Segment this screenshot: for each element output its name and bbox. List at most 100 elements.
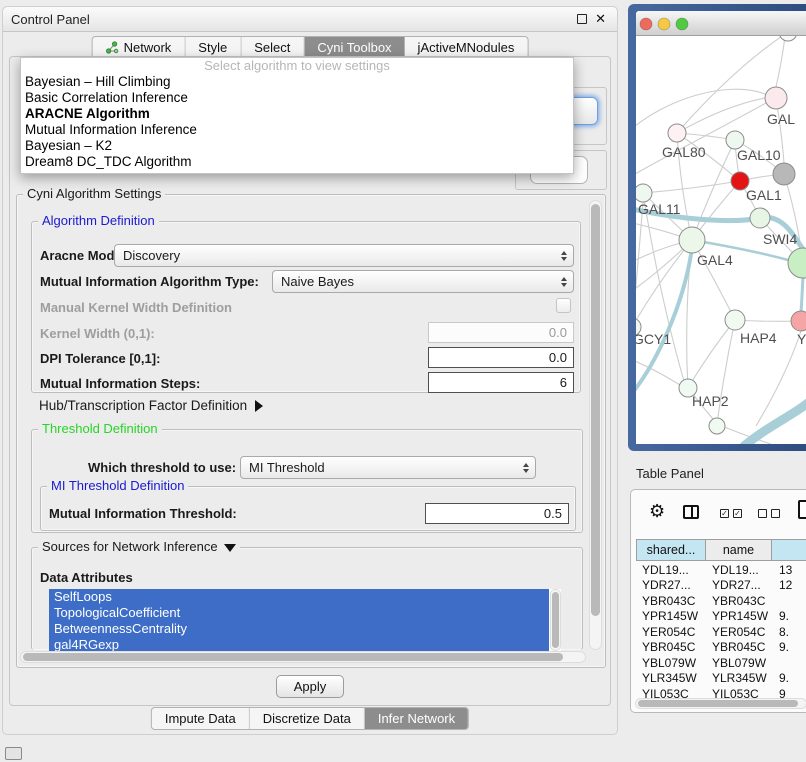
close-traffic-light[interactable] — [640, 18, 652, 30]
list-item-selected[interactable]: SelfLoops — [49, 589, 549, 605]
list-item-selected[interactable]: TopologicalCoefficient — [49, 605, 549, 621]
gear-icon[interactable] — [649, 501, 665, 522]
mi-algorithm-type-select[interactable]: Naive Bayes — [272, 270, 574, 293]
apply-button[interactable]: Apply — [276, 675, 344, 698]
tab-jactivemnodules[interactable]: jActiveMNodules — [405, 37, 528, 58]
node-gal80[interactable] — [668, 124, 686, 142]
dropdown-option[interactable]: Mutual Information Inference — [21, 122, 573, 138]
group-title: MI Threshold Definition — [47, 478, 188, 493]
network-window-titlebar[interactable] — [636, 11, 806, 36]
list-scrollbar[interactable] — [550, 589, 561, 651]
dropdown-option-selected[interactable]: ARACNE Algorithm — [21, 106, 573, 122]
control-panel-titlebar: Control Panel ✕ — [3, 7, 617, 32]
node-gal1[interactable] — [750, 208, 770, 228]
table-row[interactable]: YPR145WYPR145W9. — [637, 609, 806, 625]
algorithm-definition-group: Algorithm Definition Aracne Mode: Discov… — [31, 221, 581, 393]
data-attributes-list[interactable]: SelfLoops TopologicalCoefficient Between… — [49, 589, 561, 651]
docked-panel-button[interactable] — [5, 747, 22, 760]
scrollbar-thumb[interactable] — [23, 653, 563, 661]
tab-impute-data[interactable]: Impute Data — [152, 708, 250, 729]
group-title: Cyni Algorithm Settings — [23, 186, 165, 201]
dpi-tolerance-input[interactable]: 0.0 — [428, 347, 574, 368]
checked-box-icon[interactable] — [720, 509, 729, 518]
column-header[interactable]: shared... — [636, 539, 706, 561]
tab-label: Select — [254, 40, 290, 55]
mi-threshold-input[interactable]: 0.5 — [425, 503, 569, 524]
expanded-arrow-icon[interactable] — [224, 544, 236, 552]
selected-value: Naive Bayes — [281, 274, 354, 289]
dropdown-option[interactable]: Bayesian – Hill Climbing — [21, 74, 573, 90]
node-gray[interactable] — [773, 163, 795, 185]
table-panel-title: Table Panel — [636, 466, 704, 481]
float-window-icon[interactable] — [577, 14, 587, 24]
apply-label: Apply — [294, 679, 327, 694]
which-threshold-select[interactable]: MI Threshold — [240, 456, 536, 479]
panel-title: Control Panel — [11, 12, 90, 27]
scrollbar-thumb[interactable] — [638, 700, 798, 707]
tab-network[interactable]: Network — [93, 37, 186, 58]
settings-horizontal-scrollbar[interactable] — [20, 651, 586, 663]
network-icon — [106, 41, 119, 54]
unchecked-box-icon[interactable] — [758, 509, 767, 518]
scrollbar-thumb[interactable] — [591, 204, 600, 616]
table-row[interactable]: YLR345WYLR345W9. — [637, 671, 806, 687]
table-header-row: shared... name — [637, 539, 806, 561]
sources-title: Sources for Network Inference — [42, 539, 218, 554]
dropdown-option[interactable]: Dream8 DC_TDC Algorithm — [21, 154, 573, 170]
tab-infer-network[interactable]: Infer Network — [365, 708, 468, 729]
column-header[interactable] — [771, 539, 806, 561]
node-label: GAL11 — [638, 201, 681, 217]
settings-vertical-scrollbar[interactable] — [589, 200, 602, 650]
node-hap4[interactable] — [725, 310, 745, 330]
dpi-tolerance-label: DPI Tolerance [0,1]: — [40, 351, 160, 366]
table-row[interactable]: YBR043CYBR043C — [637, 593, 806, 609]
mi-type-label: Mutual Information Algorithm Type: — [40, 274, 259, 289]
checked-box-icon[interactable] — [733, 509, 742, 518]
network-canvas[interactable]: GAL GAL80 GAL10 GAL1 GAL11 SWI4 GAL4 GCY… — [636, 36, 806, 444]
table-row[interactable]: YBR045CYBR045C9. — [637, 640, 806, 656]
node-bottom-partial[interactable] — [709, 418, 725, 434]
collapsed-arrow-icon — [255, 400, 263, 412]
document-icon[interactable] — [798, 500, 806, 519]
table-row[interactable]: YER054CYER054C8. — [637, 624, 806, 640]
tab-cyni-toolbox[interactable]: Cyni Toolbox — [304, 37, 404, 58]
node-top-partial[interactable] — [779, 36, 797, 41]
dropdown-option[interactable]: Bayesian – K2 — [21, 138, 573, 154]
mi-steps-input[interactable]: 6 — [428, 372, 574, 393]
list-item-selected[interactable]: BetweennessCentrality — [49, 621, 549, 637]
zoom-traffic-light[interactable] — [676, 18, 688, 30]
kernel-width-input[interactable]: 0.0 — [428, 322, 574, 343]
aracne-mode-select[interactable]: Discovery — [114, 244, 574, 267]
cyni-algorithm-settings-group: Cyni Algorithm Settings Algorithm Defini… — [16, 194, 606, 668]
tab-style[interactable]: Style — [185, 37, 241, 58]
network-view-inner: GAL GAL80 GAL10 GAL1 GAL11 SWI4 GAL4 GCY… — [636, 11, 806, 444]
which-threshold-label: Which threshold to use: — [88, 460, 236, 475]
manual-kernel-checkbox[interactable] — [556, 298, 571, 313]
unchecked-box-icon[interactable] — [771, 509, 780, 518]
node-label: GAL4 — [697, 252, 733, 268]
field-value: 0.0 — [549, 325, 567, 340]
hub-transcription-section-toggle[interactable]: Hub/Transcription Factor Definition — [39, 398, 263, 413]
node-gal11[interactable] — [636, 184, 652, 202]
table-horizontal-scrollbar[interactable] — [635, 698, 806, 709]
table-row[interactable]: YDR27...YDR27...12 — [637, 578, 806, 594]
field-value: 0.5 — [544, 506, 562, 521]
group-title: Sources for Network Inference — [38, 539, 240, 554]
node-y[interactable] — [791, 311, 806, 331]
close-icon[interactable]: ✕ — [595, 11, 606, 27]
node-swi4[interactable] — [788, 248, 806, 278]
tab-select[interactable]: Select — [241, 37, 304, 58]
table-row[interactable]: YBL079WYBL079W — [637, 655, 806, 671]
node-gal-top[interactable] — [765, 87, 787, 109]
node-label: GAL80 — [662, 144, 706, 160]
manual-kernel-label: Manual Kernel Width Definition — [40, 300, 232, 315]
dropdown-option[interactable]: Basic Correlation Inference — [21, 90, 573, 106]
scrollbar-thumb[interactable] — [552, 592, 559, 648]
columns-icon[interactable] — [683, 505, 699, 519]
node-gal4[interactable] — [679, 227, 705, 253]
table-row[interactable]: YDL19...YDL19...13 — [637, 562, 806, 578]
tab-discretize-data[interactable]: Discretize Data — [250, 708, 365, 729]
list-item-selected[interactable]: gal4RGexp — [49, 637, 549, 651]
minimize-traffic-light[interactable] — [658, 18, 670, 30]
column-header[interactable]: name — [705, 539, 772, 561]
